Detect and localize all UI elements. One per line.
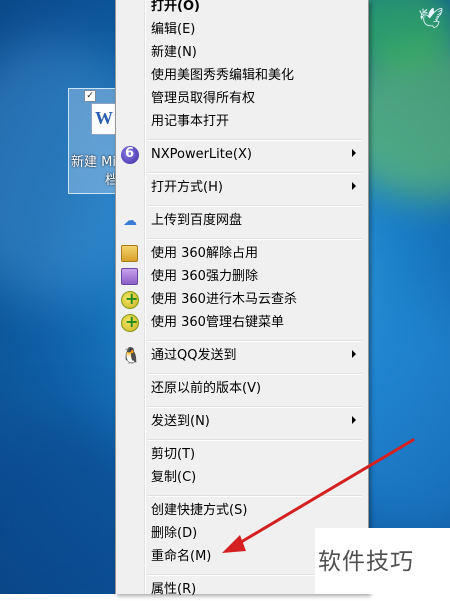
menu-separator <box>148 406 362 408</box>
menu-item[interactable]: 打开(O) <box>118 0 366 18</box>
360-menu-manager-icon <box>121 312 139 332</box>
menu-item-label: 使用 360管理右键菜单 <box>151 315 284 330</box>
menu-item-label: 剪切(T) <box>151 447 196 462</box>
menu-item-label: 打开方式(H) <box>151 180 223 195</box>
menu-separator <box>148 439 362 441</box>
menu-item[interactable]: 打开方式(H) <box>118 177 366 199</box>
menu-item-label: 还原以前的版本(V) <box>151 381 262 396</box>
menu-item[interactable]: 编辑(E) <box>118 19 366 41</box>
menu-separator <box>148 238 362 240</box>
word-document-icon: W <box>91 103 117 135</box>
submenu-arrow-icon <box>352 149 356 157</box>
menu-separator <box>148 495 362 497</box>
menu-item-label: 删除(D) <box>151 526 198 541</box>
menu-item-label: 使用 360进行木马云查杀 <box>151 292 297 307</box>
nxpowerlite-icon <box>121 146 139 164</box>
menu-item[interactable]: 使用 360解除占用 <box>118 243 366 265</box>
menu-item-label: 使用 360强力删除 <box>151 269 258 284</box>
360-unlock-icon <box>121 245 138 262</box>
menu-separator <box>148 172 362 174</box>
watermark: 软件技巧 <box>318 549 414 575</box>
menu-item-label: 管理员取得所有权 <box>151 91 256 106</box>
menu-item[interactable]: 使用 360管理右键菜单 <box>118 312 366 334</box>
baidu-netdisk-icon: ☁ <box>123 213 137 229</box>
menu-item[interactable]: 新建(N) <box>118 42 366 64</box>
menu-separator <box>148 340 362 342</box>
menu-item[interactable]: 复制(C) <box>118 467 366 489</box>
menu-item[interactable]: 🐧 通过QQ发送到 <box>118 345 366 367</box>
menu-item-label: 通过QQ发送到 <box>151 348 237 363</box>
menu-separator <box>148 139 362 141</box>
menu-item[interactable]: 使用 360强力删除 <box>118 266 366 288</box>
menu-item-label: 使用 360解除占用 <box>151 246 258 261</box>
menu-item[interactable]: 还原以前的版本(V) <box>118 378 366 400</box>
menu-item-label: 编辑(E) <box>151 22 196 37</box>
menu-item[interactable]: 使用 360进行木马云查杀 <box>118 289 366 311</box>
checkbox-icon[interactable]: ✓ <box>84 90 96 102</box>
menu-item-label: 创建快捷方式(S) <box>151 503 248 518</box>
menu-item[interactable]: 用记事本打开 <box>118 111 366 133</box>
qq-penguin-icon: 🐧 <box>121 346 141 365</box>
menu-item[interactable]: 使用美图秀秀编辑和美化 <box>118 65 366 87</box>
file-label: 新建 Mi <box>71 155 116 170</box>
menu-item-label: 重命名(M) <box>151 549 212 564</box>
menu-item-label: 用记事本打开 <box>151 114 230 129</box>
bird-logo-icon: 🕊 <box>418 6 444 30</box>
360-trojan-scan-icon <box>121 289 139 309</box>
menu-item[interactable]: 发送到(N) <box>118 411 366 433</box>
menu-separator <box>148 205 362 207</box>
menu-item-label: NXPowerLite(X) <box>151 147 252 162</box>
submenu-arrow-icon <box>352 350 356 358</box>
menu-item[interactable]: NXPowerLite(X) <box>118 144 366 166</box>
desktop-file-icon[interactable]: ✓ W 新建 Mi 档 <box>68 88 122 194</box>
360-force-delete-icon <box>121 268 138 285</box>
submenu-arrow-icon <box>352 416 356 424</box>
menu-item-label: 属性(R) <box>151 582 197 597</box>
menu-item[interactable]: 剪切(T) <box>118 444 366 466</box>
context-menu: 打开(O) 编辑(E) 新建(N) 使用美图秀秀编辑和美化 管理员取得所有权 用记事本打开… <box>115 0 369 597</box>
submenu-arrow-icon <box>352 182 356 190</box>
menu-item-label: 发送到(N) <box>151 414 210 429</box>
menu-item-label: 上传到百度网盘 <box>151 213 243 228</box>
menu-item-label: 打开(O) <box>151 0 200 14</box>
menu-separator <box>148 373 362 375</box>
menu-item[interactable]: 创建快捷方式(S) <box>118 500 366 522</box>
menu-item[interactable]: 管理员取得所有权 <box>118 88 366 110</box>
menu-item[interactable]: ☁ 上传到百度网盘 <box>118 210 366 232</box>
menu-item-label: 使用美图秀秀编辑和美化 <box>151 68 295 83</box>
menu-item-label: 复制(C) <box>151 470 197 485</box>
menu-item-label: 新建(N) <box>151 45 197 60</box>
